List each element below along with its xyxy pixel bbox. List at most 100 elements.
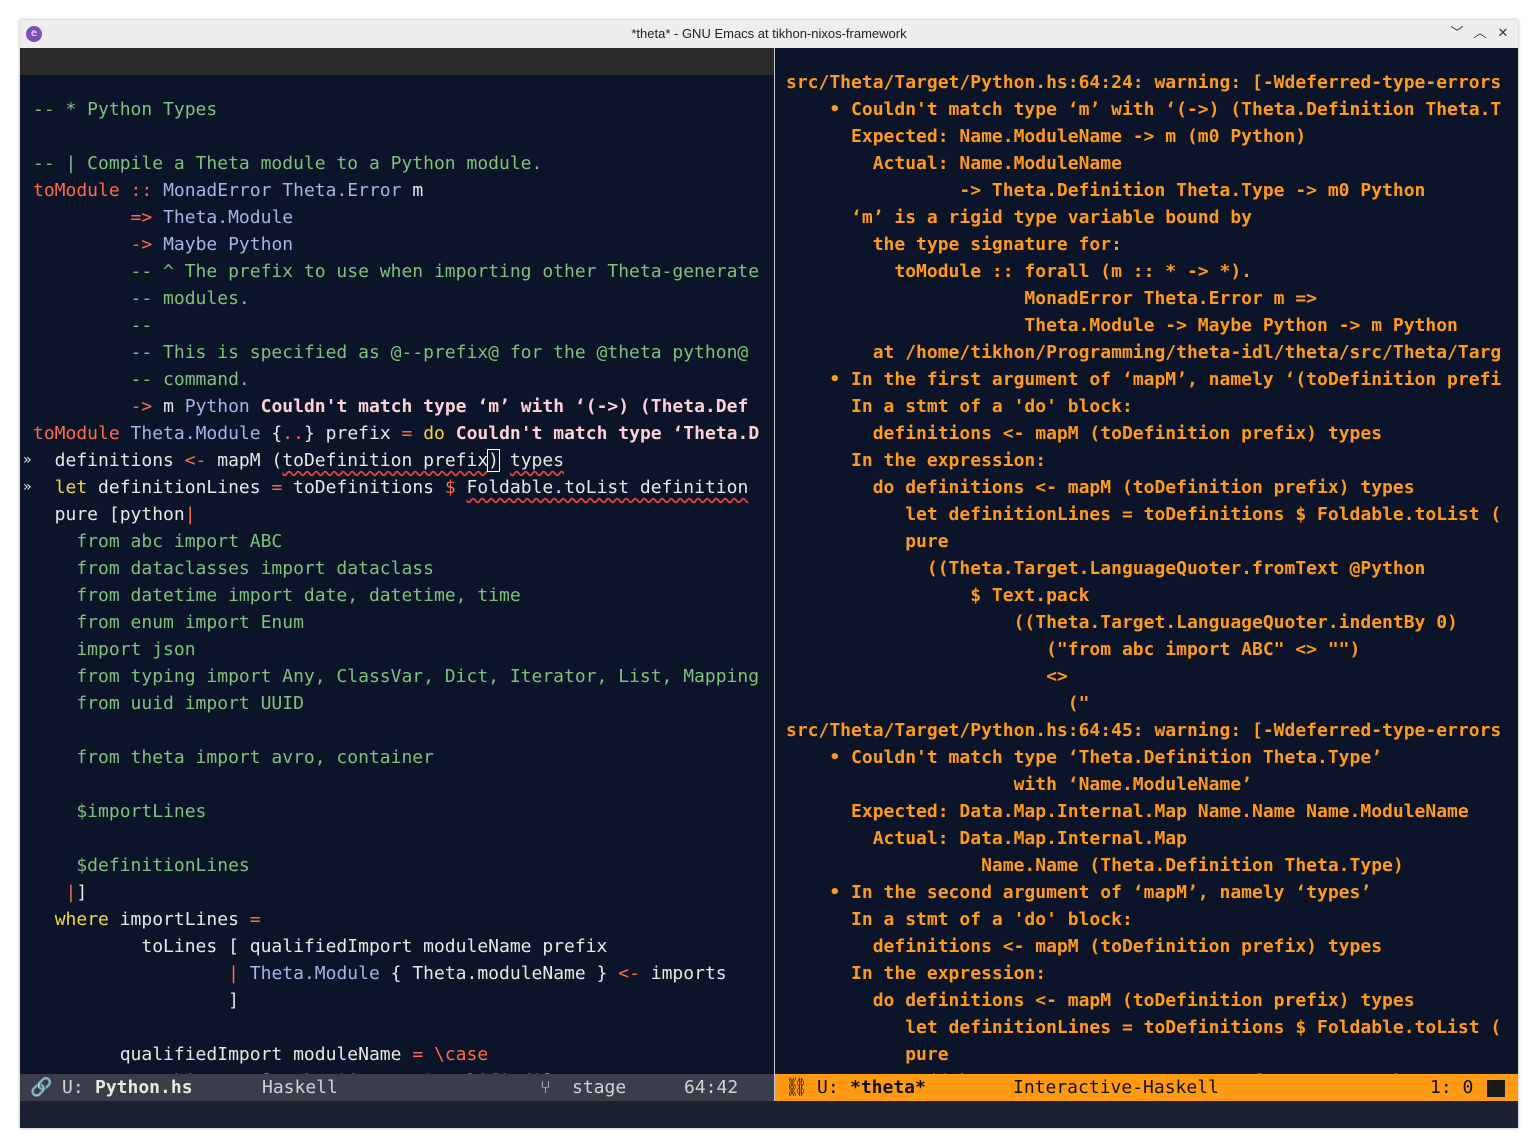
compiler-message-line[interactable]: • In the first argument of ‘mapM’, namel… [775, 366, 1518, 393]
echo-area[interactable] [20, 1101, 1518, 1128]
compiler-message-line[interactable]: In the expression: [775, 447, 1518, 474]
code-line[interactable]: -- command. [20, 366, 774, 393]
code-line[interactable]: => Theta.Module [20, 204, 774, 231]
code-token: Couldn't match type ‘Theta.D [444, 423, 760, 444]
code-line[interactable]: from theta import avro, container [20, 744, 774, 771]
code-line[interactable]: -> Maybe Python [20, 231, 774, 258]
compiler-message-line[interactable]: definitions <- mapM (toDefinition prefix… [775, 933, 1518, 960]
code-line[interactable]: -> m Python Couldn't match type ‘m’ with… [20, 393, 774, 420]
buffer-name[interactable]: Python.hs [95, 1074, 193, 1101]
code-line[interactable]: | Theta.Module { Theta.moduleName } <- i… [20, 960, 774, 987]
message-text: do definitions <- mapM (toDefinition pre… [786, 477, 1415, 498]
code-line[interactable]: » let definitionLines = toDefinitions $ … [20, 474, 774, 501]
modeline-python-buffer[interactable]: 🔗 U: Python.hs Haskell ⑂ stage 64:42 [20, 1074, 774, 1101]
compiler-message-line[interactable]: Expected: Name.ModuleName -> m (m0 Pytho… [775, 123, 1518, 150]
compiler-message-line[interactable]: <> [775, 663, 1518, 690]
compiler-message-line[interactable]: ((Theta.Target.LanguageQuoter.fromText @… [775, 555, 1518, 582]
code-line[interactable] [20, 123, 774, 150]
minimize-icon[interactable]: ﹀ [1447, 24, 1467, 44]
compiler-message-line[interactable]: Theta.Module -> Maybe Python -> m Python [775, 312, 1518, 339]
compiler-message-line[interactable]: let definitionLines = toDefinitions $ Fo… [775, 1014, 1518, 1041]
compiler-message-line[interactable]: In a stmt of a 'do' block: [775, 906, 1518, 933]
compiler-message-line[interactable]: • Couldn't match type ‘Theta.Definition … [775, 744, 1518, 771]
code-line[interactable]: toModule Theta.Module {..} prefix = do C… [20, 420, 774, 447]
code-token: = [271, 477, 283, 498]
code-line[interactable]: import json [20, 636, 774, 663]
compiler-message-line[interactable]: Actual: Data.Map.Internal.Map [775, 825, 1518, 852]
code-line[interactable]: ] [20, 987, 774, 1014]
compiler-message-line[interactable]: Actual: Name.ModuleName [775, 150, 1518, 177]
buffer-name[interactable]: *theta* [850, 1074, 926, 1101]
code-line[interactable] [20, 771, 774, 798]
compiler-message-line[interactable]: ((Theta.Target.LanguageQuoter.indentBy 0… [775, 609, 1518, 636]
code-line[interactable]: where importLines = [20, 906, 774, 933]
modeline-theta-buffer[interactable]: ⛓ U: *theta* Interactive-Haskell 1: 0 [775, 1074, 1518, 1101]
code-line[interactable]: from enum import Enum [20, 609, 774, 636]
code-line[interactable]: qualifiedImport moduleName = \case [20, 1041, 774, 1068]
code-token: .. [282, 423, 304, 444]
compiler-message-line[interactable]: In the expression: [775, 960, 1518, 987]
message-text: In the expression: [786, 963, 1047, 984]
code-line[interactable]: -- * Python Types [20, 96, 774, 123]
code-line[interactable]: $importLines [20, 798, 774, 825]
close-icon[interactable]: ✕ [1493, 24, 1513, 44]
code-token: definitionLines [87, 477, 272, 498]
compiler-message-line[interactable]: toModule :: forall (m :: * -> *). [775, 258, 1518, 285]
compiler-message-line[interactable]: at /home/tikhon/Programming/theta-idl/th… [775, 339, 1518, 366]
code-line[interactable]: toLines [ qualifiedImport moduleName pre… [20, 933, 774, 960]
compiler-message-line[interactable]: pure [775, 1041, 1518, 1068]
compiler-message-line[interactable]: do definitions <- mapM (toDefinition pre… [775, 987, 1518, 1014]
code-line[interactable]: » definitions <- mapM (toDefinition pref… [20, 447, 774, 474]
code-line[interactable]: toModule :: MonadError Theta.Error m [20, 177, 774, 204]
compiler-message-line[interactable]: MonadError Theta.Error m => [775, 285, 1518, 312]
compiler-message-line[interactable]: with ‘Name.ModuleName’ [775, 771, 1518, 798]
code-line[interactable]: |] [20, 879, 774, 906]
code-line[interactable]: pure [python| [20, 501, 774, 528]
vc-branch[interactable]: stage [572, 1074, 626, 1101]
message-text: pure [786, 531, 949, 552]
ghci-output-buffer[interactable]: src/Theta/Target/Python.hs:64:24: warnin… [775, 48, 1518, 1074]
compiler-message-line[interactable]: do definitions <- mapM (toDefinition pre… [775, 474, 1518, 501]
code-line[interactable]: -- ^ The prefix to use when importing ot… [20, 258, 774, 285]
compiler-message-line[interactable]: -> Theta.Definition Theta.Type -> m0 Pyt… [775, 177, 1518, 204]
message-text: do definitions <- mapM (toDefinition pre… [786, 990, 1415, 1011]
code-line[interactable]: from dataclasses import dataclass [20, 555, 774, 582]
compiler-message-line[interactable]: $ Text.pack [775, 582, 1518, 609]
code-token: } prefix [303, 423, 402, 444]
compiler-message-line[interactable]: the type signature for: [775, 231, 1518, 258]
compiler-message-line[interactable]: • Couldn't match type ‘m’ with ‘(->) (Th… [775, 96, 1518, 123]
compiler-message-line[interactable]: src/Theta/Target/Python.hs:64:24: warnin… [775, 69, 1518, 96]
maximize-icon[interactable]: ︿ [1470, 24, 1490, 44]
compiler-message-line[interactable]: let definitionLines = toDefinitions $ Fo… [775, 501, 1518, 528]
compiler-message-line[interactable]: In a stmt of a 'do' block: [775, 393, 1518, 420]
code-line[interactable]: from datetime import date, datetime, tim… [20, 582, 774, 609]
code-line[interactable]: -- | Compile a Theta module to a Python … [20, 150, 774, 177]
fringe-error-marker: » [23, 479, 32, 495]
code-line[interactable]: $definitionLines [20, 852, 774, 879]
code-token: MonadError Theta.Error [163, 180, 402, 201]
code-line[interactable]: -- modules. [20, 285, 774, 312]
python-source-buffer[interactable]: -- * Python Types -- | Compile a Theta mo… [20, 48, 774, 1074]
code-token: Python [184, 396, 250, 417]
major-mode[interactable]: Interactive-Haskell [1013, 1074, 1219, 1101]
compiler-message-line[interactable]: • In the second argument of ‘mapM’, name… [775, 879, 1518, 906]
compiler-message-line[interactable]: pure [775, 528, 1518, 555]
code-line[interactable]: from abc import ABC [20, 528, 774, 555]
compiler-message-line[interactable]: Name.Name (Theta.Definition Theta.Type) [775, 852, 1518, 879]
compiler-message-line[interactable]: Expected: Data.Map.Internal.Map Name.Nam… [775, 798, 1518, 825]
code-line[interactable]: from uuid import UUID [20, 690, 774, 717]
compiler-message-line[interactable]: (" [775, 690, 1518, 717]
code-line[interactable] [20, 825, 774, 852]
message-text: Expected: Data.Map.Internal.Map Name.Nam… [786, 801, 1469, 822]
code-line[interactable] [20, 717, 774, 744]
compiler-message-line[interactable]: definitions <- mapM (toDefinition prefix… [775, 420, 1518, 447]
compiler-message-line[interactable]: src/Theta/Target/Python.hs:64:45: warnin… [775, 717, 1518, 744]
major-mode[interactable]: Haskell [262, 1074, 338, 1101]
code-token: = [249, 909, 261, 930]
compiler-message-line[interactable]: ("from abc import ABC" <> "") [775, 636, 1518, 663]
code-line[interactable]: -- [20, 312, 774, 339]
code-line[interactable] [20, 1014, 774, 1041]
code-line[interactable]: from typing import Any, ClassVar, Dict, … [20, 663, 774, 690]
code-line[interactable]: -- This is specified as @--prefix@ for t… [20, 339, 774, 366]
compiler-message-line[interactable]: ‘m’ is a rigid type variable bound by [775, 204, 1518, 231]
